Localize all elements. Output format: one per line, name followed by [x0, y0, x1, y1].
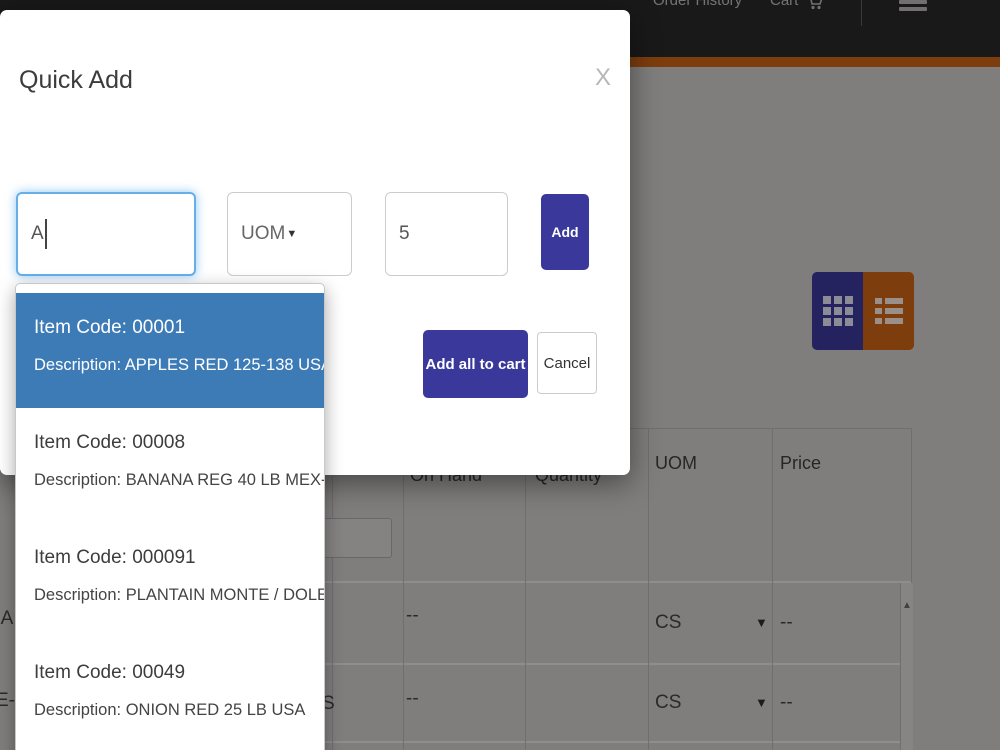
quantity-value: 5: [399, 223, 410, 244]
item-description: Description: APPLES RED 125-138 USA: [34, 356, 325, 374]
item-code: Item Code: 00049: [34, 662, 186, 683]
text-cursor: [44, 219, 47, 249]
autocomplete-item[interactable]: Item Code: 00049 Description: ONION RED …: [16, 638, 324, 750]
quantity-input[interactable]: 5: [385, 192, 508, 276]
item-description: Description: BANANA REG 40 LB MEX-GUA: [34, 471, 324, 489]
item-code: Item Code: 000091: [34, 547, 196, 568]
autocomplete-item[interactable]: Item Code: 000091 Description: PLANTAIN …: [16, 523, 324, 638]
uom-select[interactable]: UOM ▼: [227, 192, 352, 276]
modal-title: Quick Add: [19, 66, 133, 94]
item-search-value: A: [31, 223, 44, 244]
autocomplete-item[interactable]: Item Code: 00001 Description: APPLES RED…: [16, 293, 324, 408]
chevron-down-icon: ▼: [286, 228, 298, 240]
item-code: Item Code: 00008: [34, 432, 186, 453]
cancel-button[interactable]: Cancel: [537, 332, 597, 394]
item-description: Description: PLANTAIN MONTE / DOLE 50 LB: [34, 586, 325, 604]
item-description: Description: ONION RED 25 LB USA: [34, 701, 306, 719]
uom-select-value: UOM: [241, 223, 286, 244]
add-button[interactable]: Add: [541, 194, 589, 270]
add-all-to-cart-button[interactable]: Add all to cart: [423, 330, 528, 398]
autocomplete-item[interactable]: Item Code: 00008 Description: BANANA REG…: [16, 408, 324, 523]
item-search-input[interactable]: A: [16, 192, 196, 276]
item-code: Item Code: 00001: [34, 317, 186, 338]
close-icon[interactable]: X: [595, 64, 611, 92]
item-autocomplete-dropdown: Item Code: 00001 Description: APPLES RED…: [15, 283, 325, 750]
